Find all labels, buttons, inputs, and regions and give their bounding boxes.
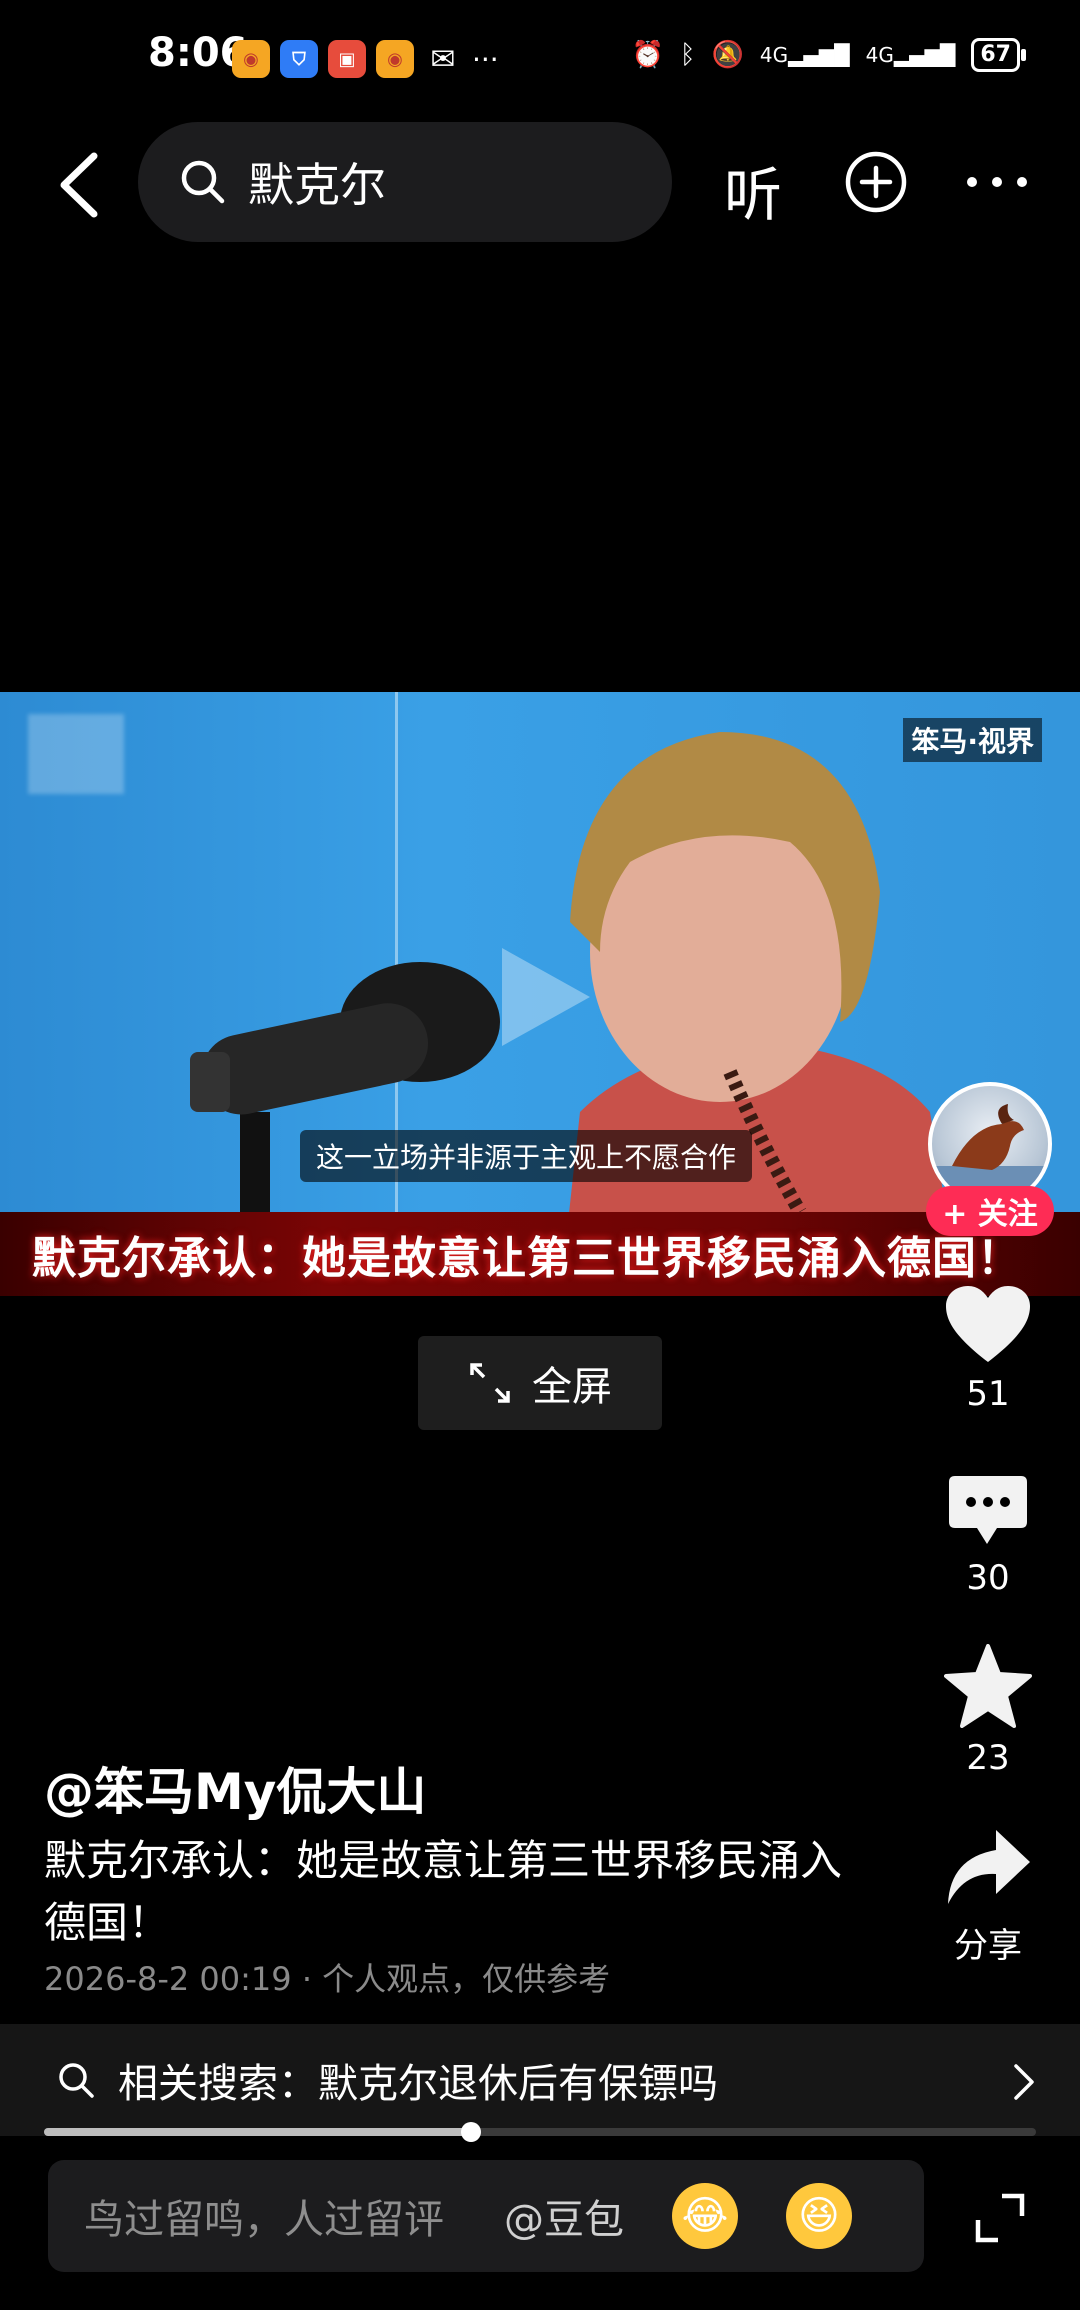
wechat-icon: ✉: [430, 41, 456, 77]
more-options-icon[interactable]: [962, 172, 1032, 192]
weibo-icon: ◉: [376, 40, 414, 78]
comment-count: 30: [966, 1558, 1010, 1598]
back-arrow-icon[interactable]: [52, 150, 112, 220]
star-icon: [944, 1644, 1032, 1728]
comment-placeholder: 鸟过留鸣，人过留评: [84, 2197, 444, 2243]
mute-icon: 🔕: [711, 40, 744, 70]
progress-fill: [44, 2128, 471, 2136]
favorite-count: 23: [966, 1738, 1010, 1778]
heart-icon: [946, 1286, 1030, 1362]
search-icon: [59, 2063, 94, 2098]
search-icon: [181, 160, 225, 204]
like-count: 51: [966, 1374, 1010, 1414]
video-watermark: 笨马·视界: [903, 718, 1042, 762]
comment-bubble-icon: [949, 1476, 1027, 1544]
status-overflow: ···: [472, 42, 499, 76]
video-subtitle: 这一立场并非源于主观上不愿合作: [300, 1130, 753, 1182]
related-search-label: 相关搜索：默克尔退休后有保镖吗: [118, 2061, 718, 2107]
status-right-cluster: ⏰ ᛒ 🔕 4G▂▄▆█ 4G▂▄▆█ 67: [631, 38, 1026, 72]
fullscreen-button[interactable]: 全屏: [418, 1336, 662, 1430]
grin-emoji-button[interactable]: 😆: [786, 2183, 852, 2249]
bluetooth-icon: ᛒ: [679, 40, 696, 70]
like-button[interactable]: 51: [928, 1284, 1048, 1414]
post-description: 默克尔承认：她是故意让第三世界移民涌入德国！: [44, 1836, 843, 1947]
alarm-icon: ⏰: [631, 40, 664, 70]
status-app-icons: ◉ ⛉ ▣ ◉ ✉ ···: [232, 40, 499, 78]
add-circle-icon[interactable]: [844, 150, 908, 214]
author-name[interactable]: @笨马My侃大山: [44, 1752, 426, 1824]
favorite-button[interactable]: 23: [928, 1644, 1048, 1778]
chevron-right-icon: [1014, 2064, 1034, 2100]
related-search-bar[interactable]: 相关搜索：默克尔退休后有保镖吗: [0, 2024, 1080, 2136]
share-arrow-icon: [948, 1830, 1030, 1904]
video-progress-bar[interactable]: [44, 2122, 1036, 2142]
laugh-emoji-button[interactable]: 😂: [672, 2183, 738, 2249]
video-title-banner: 默克尔承认：她是故意让第三世界移民涌入德国！: [0, 1212, 1080, 1296]
share-button[interactable]: 分享: [928, 1828, 1048, 1967]
play-icon[interactable]: [496, 942, 596, 1052]
shield-app-icon: ⛉: [280, 40, 318, 78]
fullscreen-icon: [470, 1363, 510, 1403]
horse-avatar-image: [932, 1104, 1048, 1202]
share-label: 分享: [954, 1926, 1022, 1966]
listen-button[interactable]: 听: [724, 148, 782, 232]
expand-icon[interactable]: [972, 2190, 1028, 2246]
weibo-icon: ◉: [232, 40, 270, 78]
search-bar[interactable]: 默克尔: [138, 122, 672, 242]
huawei-store-icon: ▣: [328, 40, 366, 78]
video-banner-text: 默克尔承认：她是故意让第三世界移民涌入德国！: [32, 1233, 1022, 1284]
search-query: 默克尔: [248, 158, 386, 212]
comment-button[interactable]: 30: [928, 1474, 1048, 1598]
fullscreen-label: 全屏: [532, 1364, 612, 1410]
comment-input[interactable]: 鸟过留鸣，人过留评 @豆包 😂 😆: [48, 2160, 924, 2272]
post-meta: 2026-8-2 00:19 · 个人观点，仅供参考: [44, 1960, 611, 1998]
signal-icon: 4G▂▄▆█: [759, 43, 850, 67]
follow-button[interactable]: + 关注: [926, 1186, 1054, 1236]
progress-knob[interactable]: [460, 2122, 481, 2142]
signal-icon: 4G▂▄▆█: [865, 43, 956, 67]
battery-icon: 67: [971, 38, 1026, 72]
video-player[interactable]: 笨马·视界 这一立场并非源于主观上不愿合作 默克尔承认：她是故意让第三世界移民涌…: [0, 692, 1080, 1296]
mention-doubao-button[interactable]: @豆包: [504, 2187, 624, 2245]
